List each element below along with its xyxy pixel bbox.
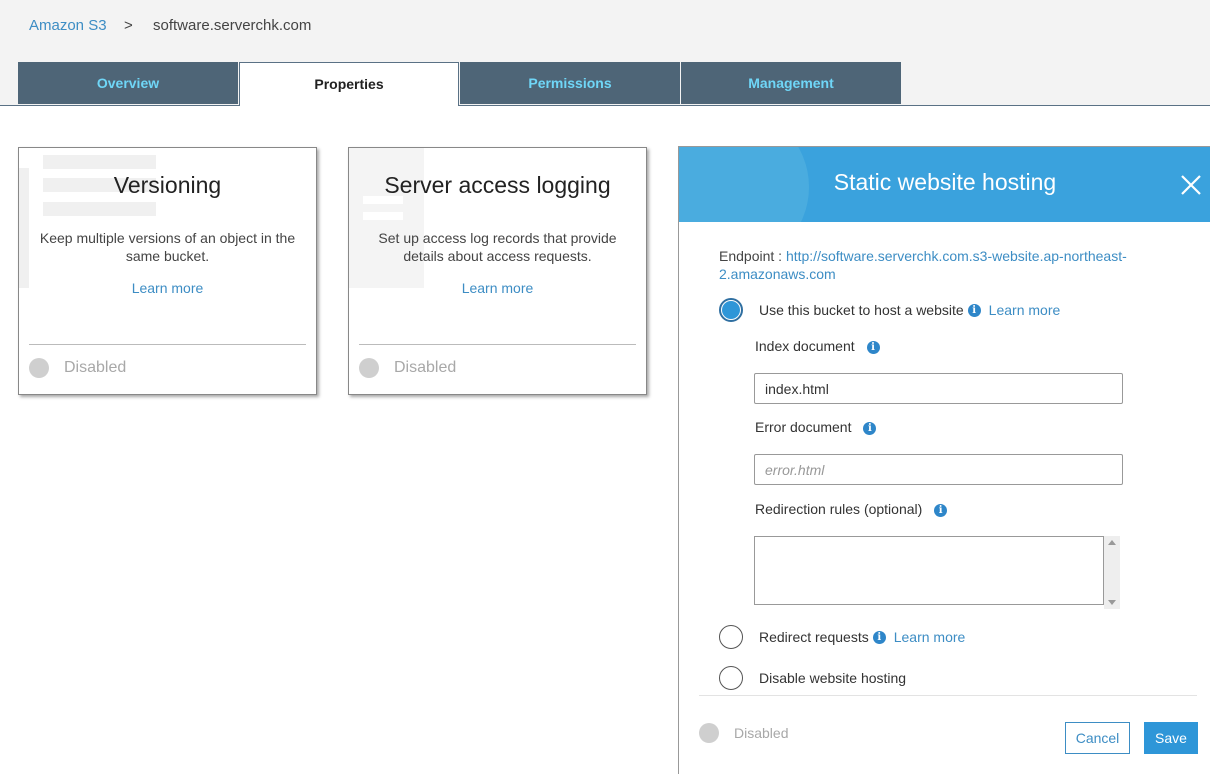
logging-learn-more-link[interactable]: Learn more (349, 280, 646, 296)
index-document-label-text: Index document (755, 338, 855, 354)
status-dot-icon (359, 358, 379, 378)
versioning-learn-more-link[interactable]: Learn more (19, 280, 316, 296)
option-redirect-requests: Redirect requests i Learn more (719, 625, 965, 649)
tab-management[interactable]: Management (681, 62, 901, 104)
status-text: Disabled (64, 359, 127, 376)
panel-divider (699, 695, 1197, 696)
redirect-requests-label[interactable]: Redirect requests (759, 629, 869, 645)
card-divider (29, 344, 306, 345)
versioning-card[interactable]: Versioning Keep multiple versions of an … (18, 147, 317, 395)
logging-description: Set up access log records that provide d… (378, 230, 617, 264)
info-icon[interactable]: i (872, 630, 886, 644)
host-website-learn-more-link[interactable]: Learn more (989, 302, 1061, 318)
endpoint: Endpoint : http://software.serverchk.com… (719, 247, 1149, 283)
redirection-rules-textarea[interactable] (754, 536, 1104, 605)
close-icon[interactable] (1179, 173, 1203, 197)
index-document-label: Index document i (755, 338, 880, 354)
versioning-title: Versioning (113, 172, 222, 198)
redirection-rules-label: Redirection rules (optional) i (755, 501, 948, 517)
redirection-rules-label-text: Redirection rules (optional) (755, 501, 923, 517)
scroll-up-icon[interactable] (1108, 540, 1116, 545)
logging-status: Disabled (359, 358, 456, 378)
error-document-label-text: Error document (755, 419, 852, 435)
tab-properties[interactable]: Properties (239, 62, 459, 106)
versioning-status: Disabled (29, 358, 126, 378)
breadcrumb-current-bucket: software.serverchk.com (153, 17, 312, 34)
status-text: Disabled (394, 359, 457, 376)
card-divider (359, 344, 636, 345)
scroll-down-icon[interactable] (1108, 600, 1116, 605)
redirect-requests-learn-more-link[interactable]: Learn more (894, 629, 966, 645)
textarea-scrollbar[interactable] (1104, 536, 1120, 609)
info-icon[interactable]: i (967, 303, 981, 317)
breadcrumb-separator-icon: > (124, 17, 133, 34)
static-website-hosting-panel: Static website hosting Endpoint : http:/… (678, 146, 1210, 774)
logging-title: Server access logging (384, 172, 611, 198)
panel-title: Static website hosting (833, 169, 1057, 195)
info-icon[interactable]: i (863, 421, 877, 435)
error-document-label: Error document i (755, 419, 877, 435)
disable-hosting-label[interactable]: Disable website hosting (759, 670, 906, 686)
top-bar: Amazon S3 > software.serverchk.com Overv… (0, 0, 1210, 106)
panel-status-text: Disabled (734, 725, 789, 741)
redirect-requests-radio[interactable] (719, 625, 743, 649)
endpoint-label: Endpoint : (719, 248, 786, 264)
status-dot-icon (699, 723, 719, 743)
disable-hosting-radio[interactable] (719, 666, 743, 690)
panel-header: Static website hosting (679, 147, 1210, 222)
server-access-logging-card[interactable]: Server access logging Set up access log … (348, 147, 647, 395)
tab-overview[interactable]: Overview (18, 62, 238, 104)
logging-watermark-icon (349, 148, 509, 288)
option-disable-hosting: Disable website hosting (719, 666, 906, 690)
host-website-label[interactable]: Use this bucket to host a website (759, 302, 964, 318)
cancel-button[interactable]: Cancel (1065, 722, 1130, 754)
index-document-input[interactable] (754, 373, 1123, 404)
save-button[interactable]: Save (1144, 722, 1198, 754)
info-icon[interactable]: i (934, 503, 948, 517)
info-icon[interactable]: i (866, 340, 880, 354)
panel-status: Disabled (699, 723, 788, 743)
option-host-website: Use this bucket to host a website i Lear… (719, 298, 1060, 322)
versioning-description: Keep multiple versions of an object in t… (39, 230, 296, 264)
host-website-radio[interactable] (719, 298, 743, 322)
tab-permissions[interactable]: Permissions (460, 62, 680, 104)
versioning-watermark-icon (19, 148, 179, 288)
error-document-input[interactable] (754, 454, 1123, 485)
breadcrumb-amazon-s3[interactable]: Amazon S3 (29, 17, 107, 34)
status-dot-icon (29, 358, 49, 378)
